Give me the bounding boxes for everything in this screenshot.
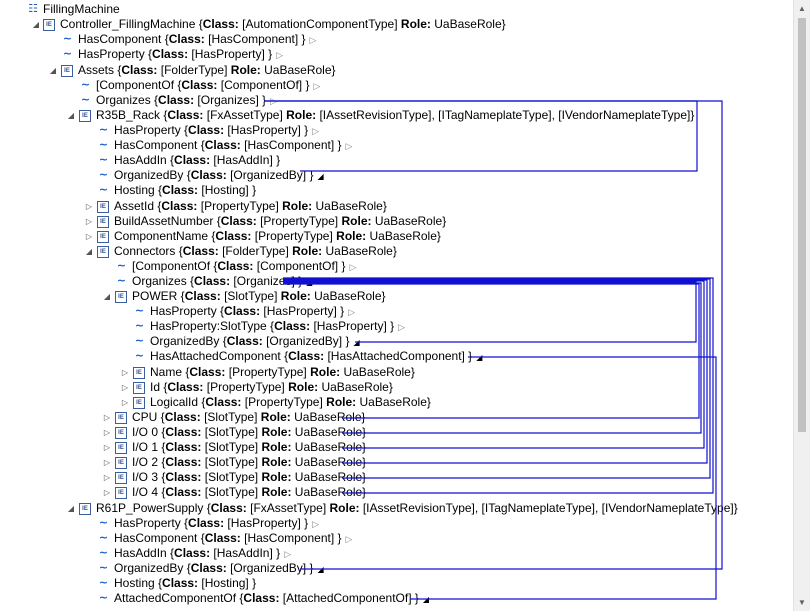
connector-line (264, 100, 698, 172)
vertical-scrollbar[interactable]: ▲ ▼ (793, 0, 810, 611)
tree-view[interactable]: ☷ FillingMachine ◢ IE Controller_Filling… (0, 0, 793, 611)
connector-line (283, 282, 702, 434)
scroll-up-icon[interactable]: ▲ (794, 0, 810, 17)
connector-line (283, 281, 697, 343)
connector-line (283, 283, 700, 419)
reference-connector-lines (264, 100, 723, 600)
scroll-thumb[interactable] (798, 18, 806, 432)
scroll-down-icon[interactable]: ▼ (794, 594, 810, 611)
connector-line (283, 279, 708, 464)
connector-line (283, 277, 714, 494)
connector-line (283, 280, 705, 449)
